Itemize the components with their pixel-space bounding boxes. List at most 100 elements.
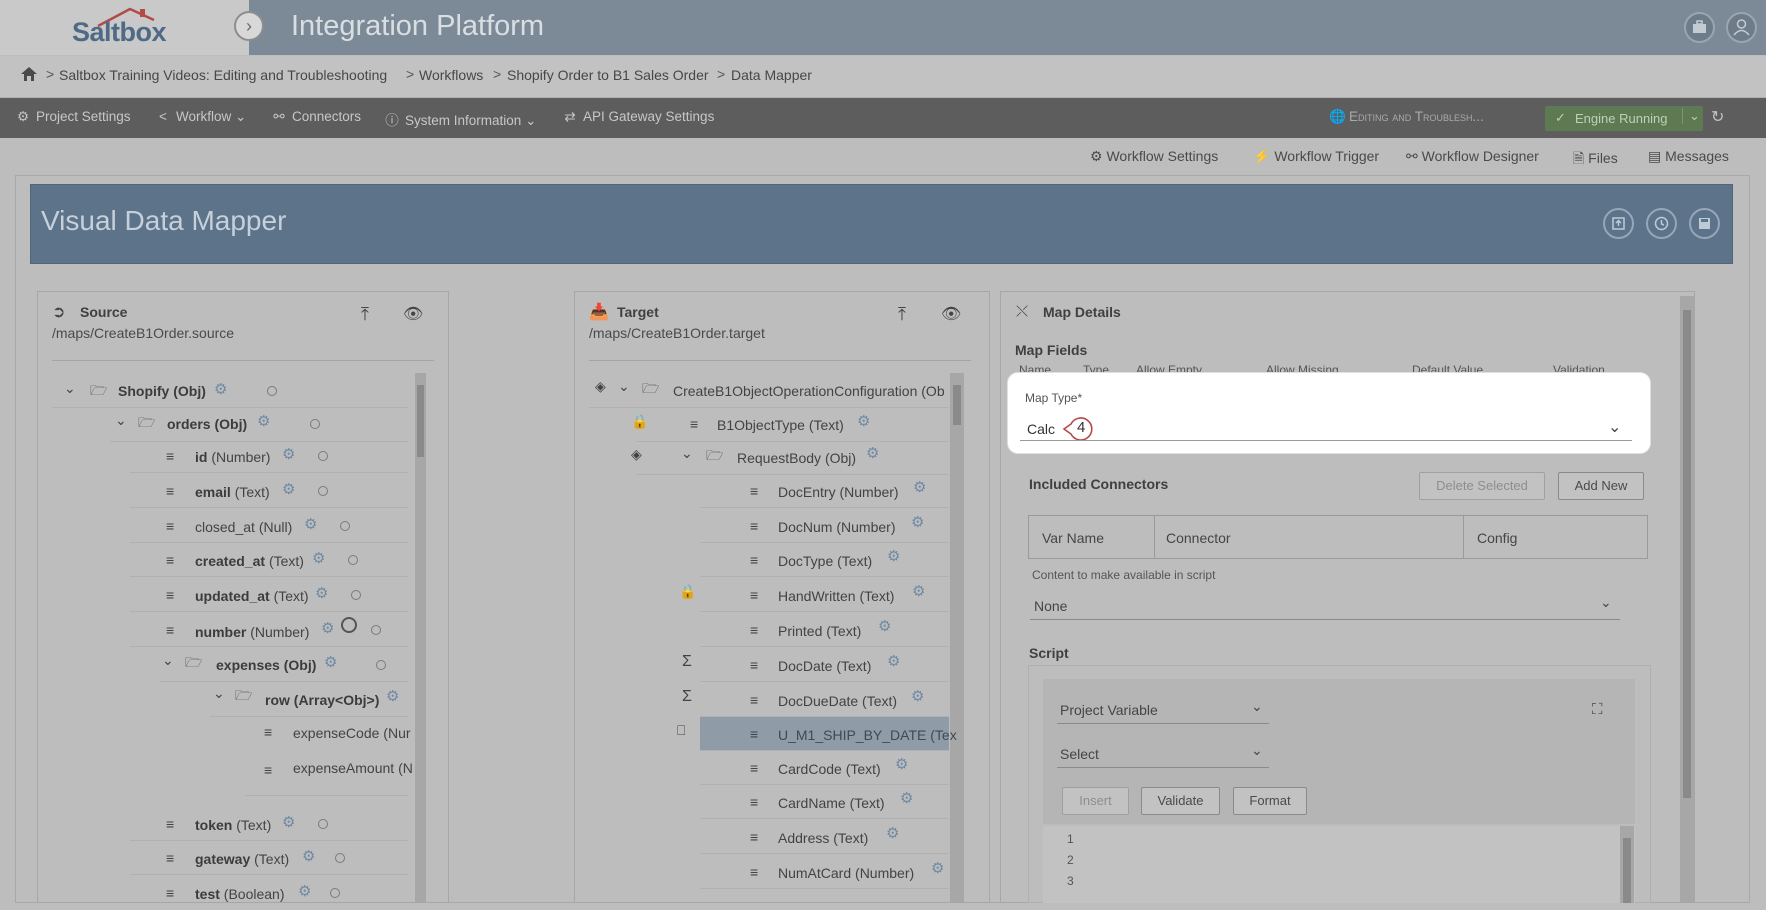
tree-node[interactable]: ⌄ 🗁 row (Array<Obj>) ⚙ (210, 683, 408, 717)
sidebar-toggle-button[interactable]: › (234, 11, 264, 41)
workflow-settings-link[interactable]: ⚙ Workflow Settings (1090, 148, 1218, 165)
menu-workflow[interactable]: < Workflow ⌄ (156, 109, 246, 125)
gear-icon[interactable]: ⚙ (282, 445, 295, 463)
chevron-down-icon[interactable]: ⌄ (1608, 417, 1621, 437)
eye-icon[interactable]: 👁 (941, 304, 961, 324)
breadcrumb-workflow[interactable]: Shopify Order to B1 Sales Order (507, 67, 709, 83)
gear-icon[interactable]: ⚙ (886, 824, 899, 842)
gear-icon[interactable]: ⚙ (302, 847, 315, 865)
map-type-field[interactable]: Map Type* Calc 4 ⌄ (1008, 373, 1650, 453)
content-select[interactable]: None ⌄ (1030, 592, 1620, 620)
tree-node[interactable]: 🔒 ≡ HandWritten (Text) ⚙ (679, 578, 949, 612)
messages-link[interactable]: ▤ Messages (1648, 148, 1729, 165)
gear-icon[interactable]: ⚙ (931, 859, 944, 877)
tree-node[interactable]: Σ ≡ DocDate (Text) ⚙ (682, 648, 949, 682)
gear-icon[interactable]: ⚙ (887, 652, 900, 670)
gear-icon[interactable]: ⚙ (887, 547, 900, 565)
tree-node[interactable]: ≡ DocNum (Number) ⚙ (700, 509, 949, 543)
tree-node[interactable]: ≡ DocEntry (Number) ⚙ (700, 474, 949, 508)
briefcase-icon[interactable] (1684, 12, 1715, 43)
tree-node[interactable]: 🔒 ≡ B1ObjectType (Text) ⚙ (631, 408, 949, 442)
map-indicator[interactable] (310, 419, 320, 429)
delete-selected-button[interactable]: Delete Selected (1419, 472, 1545, 500)
tree-node[interactable]: ≡ Address (Text) ⚙ (700, 820, 949, 854)
tree-node[interactable]: ⌄ 🗁 Shopify (Obj) ⚙ (52, 374, 408, 408)
gear-icon[interactable]: ⚙ (878, 617, 891, 635)
breadcrumb-project[interactable]: Saltbox Training Videos: Editing and Tro… (59, 67, 387, 83)
tree-node[interactable]: ≡ closed_at (Null) ⚙ (130, 509, 408, 543)
map-indicator[interactable] (267, 386, 277, 396)
map-indicator[interactable] (335, 853, 345, 863)
refresh-icon[interactable]: ↻ (1711, 107, 1724, 127)
tree-node[interactable]: ◈ ⌄ 🗁 CreateB1ObjectOperationConfiguration … (589, 374, 949, 408)
menu-api-gateway[interactable]: ⇄ API Gateway Settings (563, 109, 714, 125)
user-icon[interactable] (1726, 12, 1757, 43)
gear-icon[interactable]: ⚙ (324, 653, 337, 671)
publish-button[interactable] (1603, 208, 1634, 239)
gear-icon[interactable]: ⚙ (282, 480, 295, 498)
eye-icon[interactable]: 👁 (403, 304, 423, 324)
gear-icon[interactable]: ⚙ (900, 789, 913, 807)
map-indicator[interactable] (348, 555, 358, 565)
gear-icon[interactable]: ⚙ (911, 687, 924, 705)
gear-icon[interactable]: ⚙ (304, 515, 317, 533)
menu-project-settings[interactable]: ⚙ Project Settings (16, 109, 131, 125)
tree-node[interactable]: ⌄ 🗁 expenses (Obj) ⚙ (160, 648, 408, 682)
files-link[interactable]: 🗎 Files (1573, 148, 1618, 172)
upload-icon[interactable]: ⤒ (361, 304, 369, 325)
menu-connectors[interactable]: ⚯ Connectors (272, 109, 361, 125)
insert-button[interactable]: Insert (1062, 787, 1129, 815)
gear-icon[interactable]: ⚙ (386, 687, 399, 705)
tree-node[interactable]: Σ ≡ DocDueDate (Text) ⚙ (682, 683, 949, 717)
gear-icon[interactable]: ⚙ (298, 882, 311, 900)
map-indicator[interactable] (318, 819, 328, 829)
tree-node[interactable]: ≡ DocType (Text) ⚙ (700, 543, 949, 577)
tree-node[interactable]: ≡ email (Text) ⚙ (130, 474, 408, 508)
format-button[interactable]: Format (1233, 787, 1307, 815)
gear-icon[interactable]: ⚙ (282, 813, 295, 831)
breadcrumb-workflows[interactable]: Workflows (419, 67, 483, 83)
tree-node[interactable]: ≡ number (Number) ⚙ (130, 613, 408, 647)
workflow-trigger-link[interactable]: ⚡ Workflow Trigger (1253, 148, 1379, 165)
code-editor[interactable]: 1 2 3 (1043, 826, 1635, 903)
tree-node[interactable]: ≡ updated_at (Text) ⚙ (130, 578, 408, 612)
gear-icon[interactable]: ⚙ (214, 380, 227, 398)
tree-node[interactable]: ≡ id (Number) ⚙ (130, 439, 408, 473)
select-dropdown[interactable]: Select ⌄ (1057, 740, 1269, 768)
gear-icon[interactable]: ⚙ (857, 412, 870, 430)
tree-node[interactable]: ≡ created_at (Text) ⚙ (130, 543, 408, 577)
gear-icon[interactable]: ⚙ (913, 478, 926, 496)
map-indicator[interactable] (318, 486, 328, 496)
gear-icon[interactable]: ⚙ (321, 619, 334, 637)
tree-node[interactable]: ≡ CardName (Text) ⚙ (700, 785, 949, 819)
tree-node[interactable]: ≡ expenseCode (Nur (245, 716, 411, 750)
details-scrollbar[interactable] (1680, 296, 1694, 903)
gear-icon[interactable]: ⚙ (257, 412, 270, 430)
map-indicator[interactable] (318, 451, 328, 461)
workflow-designer-link[interactable]: ⚯ Workflow Designer (1406, 148, 1539, 165)
gear-icon[interactable]: ⚙ (315, 584, 328, 602)
validate-button[interactable]: Validate (1141, 787, 1220, 815)
history-button[interactable] (1646, 208, 1677, 239)
engine-status-button[interactable]: ✓ Engine Running ⌄ (1545, 106, 1703, 131)
tree-node[interactable]: ⌄ 🗁 orders (Obj) ⚙ (110, 408, 408, 442)
expand-icon[interactable]: ⛶ (1592, 701, 1603, 718)
upload-icon[interactable]: ⤒ (898, 304, 906, 325)
environment-selector[interactable]: 🌐 Editing and Troublesh... (1329, 109, 1484, 125)
source-scrollbar[interactable] (415, 373, 426, 903)
logo[interactable]: Saltbox (0, 0, 249, 55)
gear-icon[interactable]: ⚙ (895, 755, 908, 773)
gear-icon[interactable]: ⚙ (312, 549, 325, 567)
target-scrollbar[interactable] (950, 373, 964, 903)
tree-node-selected[interactable]: ⎕ ≡ U_M1_SHIP_BY_DATE (Tex (677, 717, 957, 751)
tree-node[interactable]: ≡ CardCode (Text) ⚙ (700, 751, 949, 785)
gear-icon[interactable]: ⚙ (866, 444, 879, 462)
project-variable-select[interactable]: Project Variable ⌄ (1057, 696, 1269, 724)
map-indicator[interactable] (371, 625, 381, 635)
tree-node[interactable]: ≡ Printed (Text) ⚙ (700, 613, 949, 647)
map-indicator[interactable] (340, 521, 350, 531)
tree-node[interactable]: ≡ token (Text) ⚙ (130, 807, 408, 841)
tree-node[interactable]: ≡ test (Boolean) ⚙ (130, 876, 408, 910)
menu-system-information[interactable]: ⓘ System Information ⌄ (385, 109, 536, 129)
map-indicator[interactable] (351, 590, 361, 600)
